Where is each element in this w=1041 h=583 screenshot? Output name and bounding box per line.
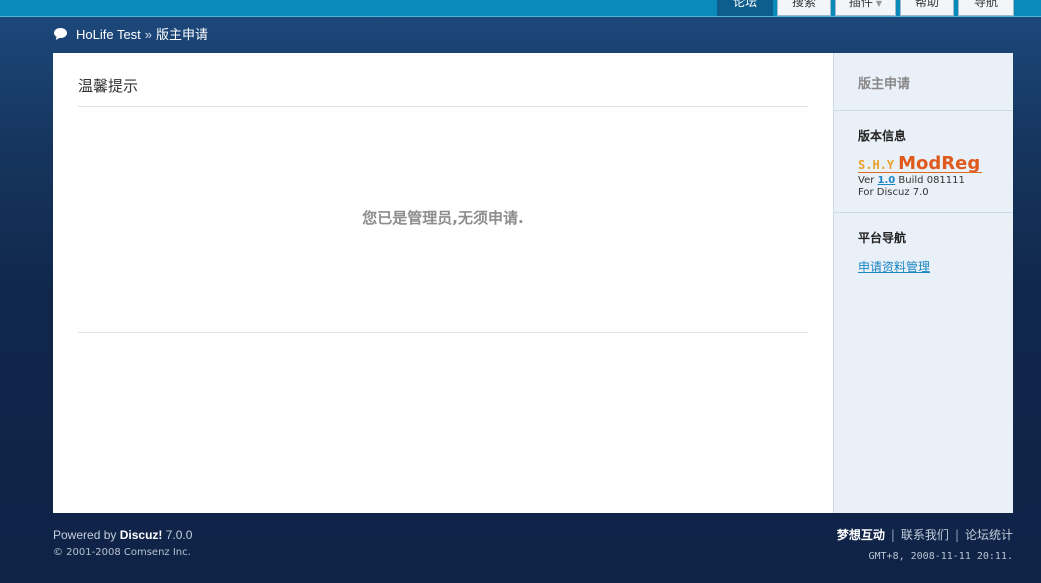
footer-link-contact[interactable]: 联系我们 bbox=[901, 528, 949, 542]
logo-prefix: S.H.Y bbox=[858, 158, 895, 172]
version-info-title: 版本信息 bbox=[858, 129, 907, 143]
breadcrumb-site-link[interactable]: HoLife Test bbox=[76, 27, 141, 42]
application-data-management-link[interactable]: 申请资料管理 bbox=[858, 258, 930, 275]
divider: | bbox=[890, 528, 895, 542]
version-number-link[interactable]: 1.0 bbox=[878, 175, 896, 186]
powered-by: Powered by Discuz! 7.0.0 bbox=[53, 528, 192, 542]
powered-prefix: Powered by bbox=[53, 528, 117, 542]
version-info-section: 版本信息 S.H.Y ModReg Ver 1.0 Build 081111 Fo… bbox=[834, 111, 1013, 213]
platform-nav-title: 平台导航 bbox=[858, 231, 907, 245]
content-panel: 温馨提示 您已是管理员,无须申请. 版主申请 版本信息 S.H.Y ModReg … bbox=[53, 53, 1013, 513]
sidebar: 版主申请 版本信息 S.H.Y ModReg Ver 1.0 Build 0811… bbox=[833, 53, 1013, 513]
nav-tab-label: 论坛 bbox=[732, 0, 757, 9]
divider bbox=[78, 106, 808, 107]
footer-link-stats[interactable]: 论坛统计 bbox=[965, 528, 1013, 542]
server-time: GMT+8, 2008-11-11 20:11. bbox=[868, 551, 1014, 562]
notice-title: 温馨提示 bbox=[78, 77, 139, 95]
copyright: © 2001-2008 Comsenz Inc. bbox=[53, 547, 191, 558]
nav-tab-label: 搜索 bbox=[791, 0, 816, 9]
discuz-link[interactable]: Discuz! bbox=[120, 528, 163, 542]
footer-link-dream[interactable]: 梦想互动 bbox=[837, 528, 885, 542]
speech-bubble-icon bbox=[54, 28, 67, 40]
nav-tab-forum[interactable]: 论坛 bbox=[717, 0, 773, 16]
chevron-down-icon: ▼ bbox=[875, 0, 883, 8]
nav-tab-plugins[interactable]: 插件 ▼ bbox=[835, 0, 896, 16]
version-label: Ver bbox=[858, 175, 875, 186]
build-label: Build 081111 bbox=[898, 175, 965, 186]
main-content: 温馨提示 您已是管理员,无须申请. bbox=[53, 53, 833, 513]
nav-tab-navigation[interactable]: 导航 bbox=[958, 0, 1014, 16]
footer-left: Powered by Discuz! 7.0.0 © 2001-2008 Com… bbox=[53, 528, 192, 558]
platform-line: For Discuz 7.0 bbox=[858, 187, 929, 198]
logo-name: ModReg bbox=[898, 153, 981, 174]
footer-links: 梦想互动 | 联系我们 | 论坛统计 bbox=[837, 526, 1013, 543]
nav-tab-label: 插件 bbox=[848, 0, 873, 9]
nav-tab-help[interactable]: 帮助 bbox=[900, 0, 954, 16]
sidebar-header: 版主申请 bbox=[834, 53, 1013, 111]
platform-nav-section: 平台导航 申请资料管理 bbox=[834, 213, 1013, 275]
nav-tab-label: 导航 bbox=[973, 0, 998, 9]
breadcrumb-current: 版主申请 bbox=[156, 27, 209, 42]
version-line: Ver 1.0 Build 081111 bbox=[858, 175, 1013, 187]
powered-version: 7.0.0 bbox=[165, 528, 193, 542]
breadcrumb: HoLife Test» 版主申请 bbox=[53, 26, 208, 44]
modreg-logo: S.H.Y ModReg bbox=[858, 153, 1013, 174]
divider: | bbox=[954, 528, 959, 542]
footer-right: 梦想互动 | 联系我们 | 论坛统计 GMT+8, 2008-11-11 20:11. bbox=[837, 526, 1013, 562]
divider bbox=[78, 332, 808, 333]
breadcrumb-separator: » bbox=[144, 27, 153, 42]
nav-tab-label: 帮助 bbox=[914, 0, 939, 9]
nav-tab-search[interactable]: 搜索 bbox=[777, 0, 831, 16]
notice-message: 您已是管理员,无须申请. bbox=[362, 209, 524, 227]
